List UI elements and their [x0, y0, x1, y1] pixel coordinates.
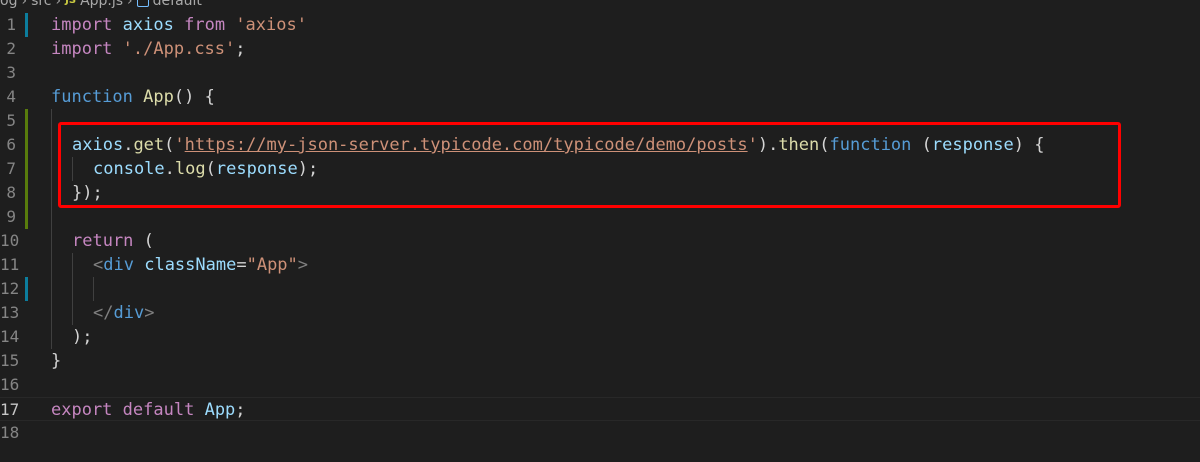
line-number: 5: [6, 111, 16, 130]
git-modified-marker: [25, 277, 28, 301]
javascript-file-icon: JS: [65, 0, 77, 6]
code-text: });: [72, 183, 103, 203]
indent-guide: [72, 253, 73, 277]
breadcrumb-item-symbol[interactable]: default: [153, 0, 202, 8]
code-line-current[interactable]: 17 export default App;: [0, 397, 1200, 421]
breadcrumb-item-root[interactable]: og: [0, 0, 17, 8]
code-text: <div className="App">: [93, 255, 309, 275]
indent-guide: [51, 253, 52, 277]
code-editor[interactable]: og › src › JS App.js › default 1 import axios f…: [0, 0, 1200, 462]
indent-guide: [72, 277, 73, 301]
indent-guide: [51, 325, 52, 349]
line-number: 11: [0, 255, 20, 274]
code-line[interactable]: 9: [0, 205, 1200, 229]
code-line[interactable]: 12: [0, 277, 1200, 301]
code-text: function App() {: [51, 87, 215, 107]
indent-guide: [51, 229, 52, 253]
line-number: 17: [0, 400, 20, 419]
indent-guide: [51, 133, 52, 157]
indent-guide: [51, 277, 52, 301]
indent-guide: [51, 205, 52, 229]
code-text: </div>: [93, 303, 155, 323]
git-added-marker: [25, 205, 28, 229]
code-line[interactable]: 4 function App() {: [0, 85, 1200, 109]
git-modified-marker: [25, 13, 28, 37]
code-line[interactable]: 7 console.log(response);: [0, 157, 1200, 181]
code-line[interactable]: 13 </div>: [0, 301, 1200, 325]
code-text: import './App.css';: [51, 39, 246, 59]
code-line[interactable]: 18: [0, 421, 1200, 445]
chevron-right-icon: ›: [55, 0, 62, 9]
code-line[interactable]: 10 return (: [0, 229, 1200, 253]
line-number: 9: [6, 207, 16, 226]
code-text: );: [72, 327, 93, 347]
code-text: console.log(response);: [93, 159, 319, 179]
chevron-right-icon: ›: [21, 0, 28, 9]
breadcrumb-item-file[interactable]: App.js: [80, 0, 123, 8]
code-line[interactable]: 3: [0, 61, 1200, 85]
line-number: 15: [0, 351, 20, 370]
code-line[interactable]: 2 import './App.css';: [0, 37, 1200, 61]
indent-guide: [72, 157, 73, 181]
indent-guide: [51, 109, 52, 133]
code-text: import axios from 'axios': [51, 15, 307, 35]
line-number: 10: [0, 231, 20, 250]
indent-guide: [72, 301, 73, 325]
line-number: 7: [6, 159, 16, 178]
line-number: 6: [6, 135, 16, 154]
code-text: axios.get('https://my-json-server.typico…: [72, 135, 1045, 155]
breadcrumb-item-src[interactable]: src: [31, 0, 51, 8]
git-added-marker: [25, 109, 28, 133]
code-line[interactable]: 6 axios.get('https://my-json-server.typi…: [0, 133, 1200, 157]
line-number: 16: [0, 375, 20, 394]
indent-guide: [51, 157, 52, 181]
code-line[interactable]: 11 <div className="App">: [0, 253, 1200, 277]
line-number: 14: [0, 327, 20, 346]
code-line[interactable]: 8 });: [0, 181, 1200, 205]
indent-guide: [93, 277, 94, 301]
line-number: 1: [6, 15, 16, 34]
line-number: 3: [6, 63, 16, 82]
line-number: 2: [6, 39, 16, 58]
line-number: 4: [6, 87, 16, 106]
code-text: }: [51, 351, 62, 371]
code-line[interactable]: 15 }: [0, 349, 1200, 373]
code-text: return (: [72, 231, 154, 251]
url-link[interactable]: https://my-json-server.typicode.com/typi…: [185, 135, 748, 155]
line-number: 18: [0, 423, 20, 442]
git-added-marker: [25, 133, 28, 157]
line-number: 8: [6, 183, 16, 202]
symbol-variable-icon: [136, 0, 149, 7]
code-text: export default App;: [51, 400, 246, 420]
indent-guide: [51, 181, 52, 205]
code-line[interactable]: 1 import axios from 'axios': [0, 13, 1200, 37]
breadcrumb: og › src › JS App.js › default: [0, 0, 202, 8]
line-number: 13: [0, 303, 20, 322]
code-line[interactable]: 14 );: [0, 325, 1200, 349]
git-added-marker: [25, 181, 28, 205]
line-number: 12: [0, 279, 20, 298]
chevron-right-icon: ›: [127, 0, 133, 9]
code-line[interactable]: 16: [0, 373, 1200, 397]
git-added-marker: [25, 157, 28, 181]
code-line[interactable]: 5: [0, 109, 1200, 133]
indent-guide: [51, 301, 52, 325]
